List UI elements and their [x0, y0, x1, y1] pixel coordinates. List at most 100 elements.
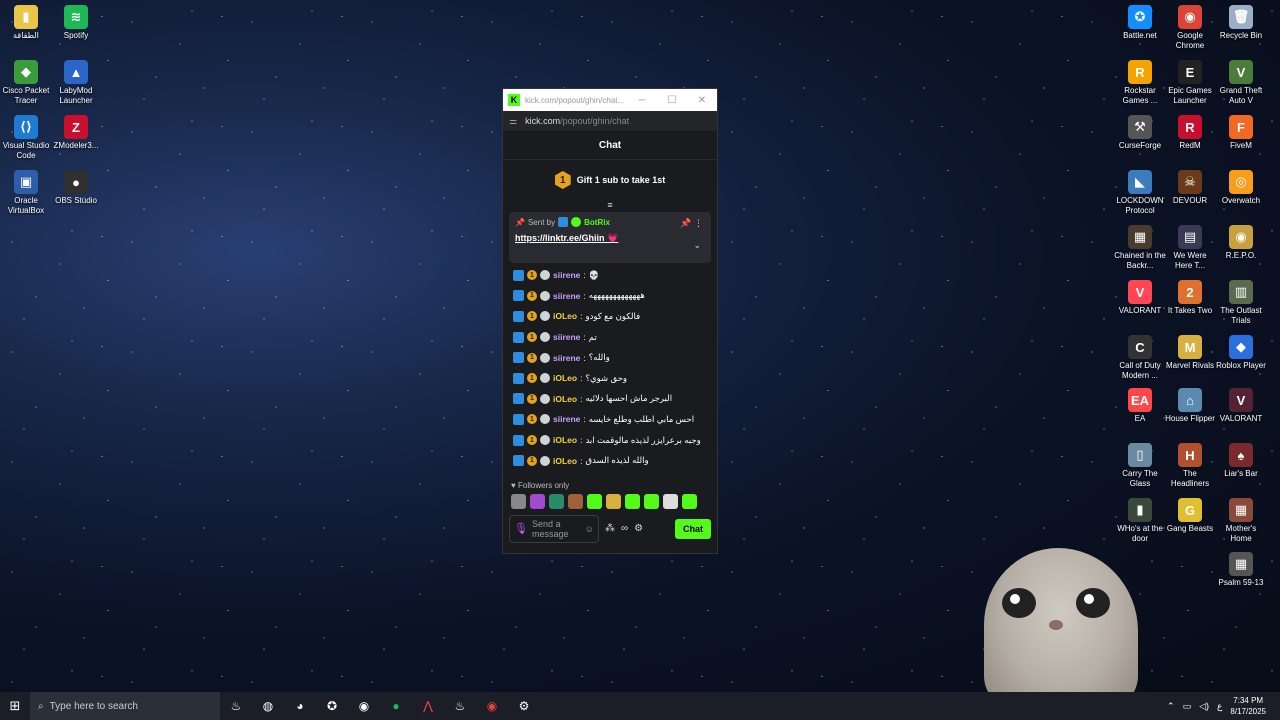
points-icon[interactable]: ⁂: [605, 523, 615, 534]
desktop-icon[interactable]: ◎ Overwatch: [1215, 170, 1267, 206]
chrome-taskbar-icon[interactable]: ◉: [476, 699, 508, 713]
message-list[interactable]: 1 siirene: 💀 1 siirene: هههههههههههههه 1 iOLeo:…: [503, 263, 717, 471]
desktop-icon[interactable]: R Rockstar Games ...: [1114, 60, 1166, 106]
desktop-icon[interactable]: ▥ The Outlast Trials: [1215, 280, 1267, 326]
desktop-icon[interactable]: ▤ We Were Here T...: [1164, 225, 1216, 271]
desktop-icon[interactable]: EA EA: [1114, 388, 1166, 424]
chevron-down-icon[interactable]: ⌄: [693, 240, 701, 251]
app-taskbar-icon[interactable]: ◍: [252, 699, 284, 713]
desktop-icon[interactable]: ⚒ CurseForge: [1114, 115, 1166, 151]
emoji-icon[interactable]: ☺: [585, 524, 594, 534]
chat-username[interactable]: siirene: [553, 353, 580, 363]
chat-username[interactable]: siirene: [553, 291, 580, 301]
address-bar[interactable]: ⚌ kick.com/popout/ghin/chat: [503, 111, 717, 131]
chat-message[interactable]: 1 siirene: والله؟: [513, 347, 707, 368]
desktop-icon[interactable]: F FiveM: [1215, 115, 1267, 151]
chat-username[interactable]: siirene: [553, 270, 580, 280]
desktop-icon[interactable]: ≋ Spotify: [50, 5, 102, 41]
minimize-button[interactable]: ─: [627, 95, 657, 106]
emote-icon[interactable]: [663, 493, 678, 509]
desktop-icon[interactable]: ◉ Google Chrome: [1164, 5, 1216, 51]
emote-icon[interactable]: [530, 493, 545, 509]
desktop-icon[interactable]: ▮ الطقاقة: [0, 5, 52, 41]
desktop-icon[interactable]: R RedM: [1164, 115, 1216, 151]
valorant-taskbar-icon[interactable]: ⋀: [412, 699, 444, 713]
desktop-icon[interactable]: ♠ Liar's Bar: [1215, 443, 1267, 479]
desktop-icon[interactable]: ◆ Cisco Packet Tracer: [0, 60, 52, 106]
chat-username[interactable]: iOLeo: [553, 394, 577, 404]
collapse-icon[interactable]: ≡: [503, 200, 717, 210]
desktop-icon[interactable]: ▦ Chained in the Backr...: [1114, 225, 1166, 271]
desktop-icon[interactable]: ◉ R.E.P.O.: [1215, 225, 1267, 261]
language-indicator[interactable]: ع: [1217, 701, 1222, 712]
desktop-icon[interactable]: ▦ Mother's Home: [1215, 498, 1267, 544]
site-info-icon[interactable]: ⚌: [509, 116, 517, 127]
chevron-up-icon[interactable]: ⌃: [1167, 701, 1175, 712]
desktop-icon[interactable]: E Epic Games Launcher: [1164, 60, 1216, 106]
unpin-icon[interactable]: 📌 ⋮: [680, 218, 703, 229]
chat-username[interactable]: iOLeo: [553, 456, 577, 466]
volume-icon[interactable]: ◁): [1199, 701, 1209, 712]
desktop-icon[interactable]: ⌂ House Flipper: [1164, 388, 1216, 424]
desktop-icon[interactable]: M Marvel Rivals: [1164, 335, 1216, 371]
chat-message[interactable]: 1 iOLeo: والله لذيذه السدق: [513, 450, 707, 471]
chat-send-button[interactable]: Chat: [675, 518, 711, 539]
chat-message[interactable]: 1 siirene: تم: [513, 327, 707, 348]
obs-taskbar-icon[interactable]: ◉: [348, 699, 380, 713]
desktop-icon[interactable]: ● OBS Studio: [50, 170, 102, 206]
emote-icon[interactable]: [511, 493, 526, 509]
chat-username[interactable]: iOLeo: [553, 373, 577, 383]
taskbar-search[interactable]: ⌕ Type here to search: [30, 692, 220, 720]
desktop-icon[interactable]: ▮ WHo's at the door: [1114, 498, 1166, 544]
chat-message[interactable]: 1 siirene: 💀: [513, 265, 707, 286]
emote-icon[interactable]: [587, 493, 602, 509]
close-button[interactable]: ✕: [687, 95, 717, 106]
battlenet-taskbar-icon[interactable]: ✪: [316, 699, 348, 713]
desktop-icon[interactable]: ▣ Oracle VirtualBox: [0, 170, 52, 216]
chat-username[interactable]: iOLeo: [553, 311, 577, 321]
desktop-icon[interactable]: Z ZModeler3...: [50, 115, 102, 151]
clock[interactable]: 7:34 PM 8/17/2025: [1230, 695, 1266, 717]
window-titlebar[interactable]: K kick.com/popout/ghin/chat... ─ ☐ ✕: [503, 89, 717, 111]
emote-icon[interactable]: [549, 493, 564, 509]
desktop-icon[interactable]: ◣ LOCKDOWN Protocol: [1114, 170, 1166, 216]
desktop-icon[interactable]: ◆ Roblox Player: [1215, 335, 1267, 371]
desktop-icon[interactable]: V VALORANT: [1114, 280, 1166, 316]
chat-message[interactable]: 1 iOLeo: فالكون مع كودو: [513, 306, 707, 327]
message-input[interactable]: 🎙 Send a message ☺: [509, 514, 599, 543]
desktop-icon[interactable]: V Grand Theft Auto V: [1215, 60, 1267, 106]
chat-popout-window[interactable]: K kick.com/popout/ghin/chat... ─ ☐ ✕ ⚌ k…: [502, 88, 718, 554]
desktop-icon[interactable]: H The Headliners: [1164, 443, 1216, 489]
emote-bar[interactable]: [503, 490, 717, 509]
maximize-button[interactable]: ☐: [657, 95, 687, 106]
desktop-icon[interactable]: 🗑 Recycle Bin: [1215, 5, 1267, 41]
network-icon[interactable]: ▭: [1183, 701, 1192, 712]
spotify-taskbar-icon[interactable]: ●: [380, 699, 412, 713]
desktop-icon[interactable]: ▦ Psalm 59-13: [1215, 552, 1267, 588]
desktop-icon[interactable]: C Call of Duty Modern ...: [1114, 335, 1166, 381]
chat-message[interactable]: 1 siirene: احس مابي اطلب وطلع خايسه: [513, 409, 707, 430]
desktop-icon[interactable]: ▯ Carry The Glass: [1114, 443, 1166, 489]
microphone-icon[interactable]: 🎙: [514, 522, 528, 535]
desktop-icon[interactable]: 2 It Takes Two: [1164, 280, 1216, 316]
desktop-icon[interactable]: ✪ Battle.net: [1114, 5, 1166, 41]
windows-start-icon[interactable]: ⊞: [0, 698, 30, 714]
emote-icon[interactable]: [568, 493, 583, 509]
chat-username[interactable]: siirene: [553, 332, 580, 342]
steam-taskbar-icon-2[interactable]: ♨: [444, 699, 476, 713]
settings-gear-icon[interactable]: ⚙: [634, 523, 643, 534]
desktop-icon[interactable]: ▲ LabyMod Launcher: [50, 60, 102, 106]
steam-taskbar-icon[interactable]: ♨: [220, 699, 252, 713]
desktop-icon[interactable]: ☠ DEVOUR: [1164, 170, 1216, 206]
settings-taskbar-icon[interactable]: ⚙: [508, 699, 540, 713]
desktop-icon[interactable]: ⟨⟩ Visual Studio Code: [0, 115, 52, 161]
chat-message[interactable]: 1 siirene: هههههههههههههه: [513, 286, 707, 307]
gift-sub-banner[interactable]: 1 Gift 1 sub to take 1st: [503, 160, 717, 200]
chat-username[interactable]: iOLeo: [553, 435, 577, 445]
emote-icon[interactable]: [644, 493, 659, 509]
chat-username[interactable]: siirene: [553, 414, 580, 424]
chat-message[interactable]: 1 iOLeo: وحق شوي؟: [513, 368, 707, 389]
chat-message[interactable]: 1 iOLeo: البرجر ماش احسها دلائيه: [513, 389, 707, 410]
emote-icon[interactable]: [625, 493, 640, 509]
desktop-icon[interactable]: G Gang Beasts: [1164, 498, 1216, 534]
